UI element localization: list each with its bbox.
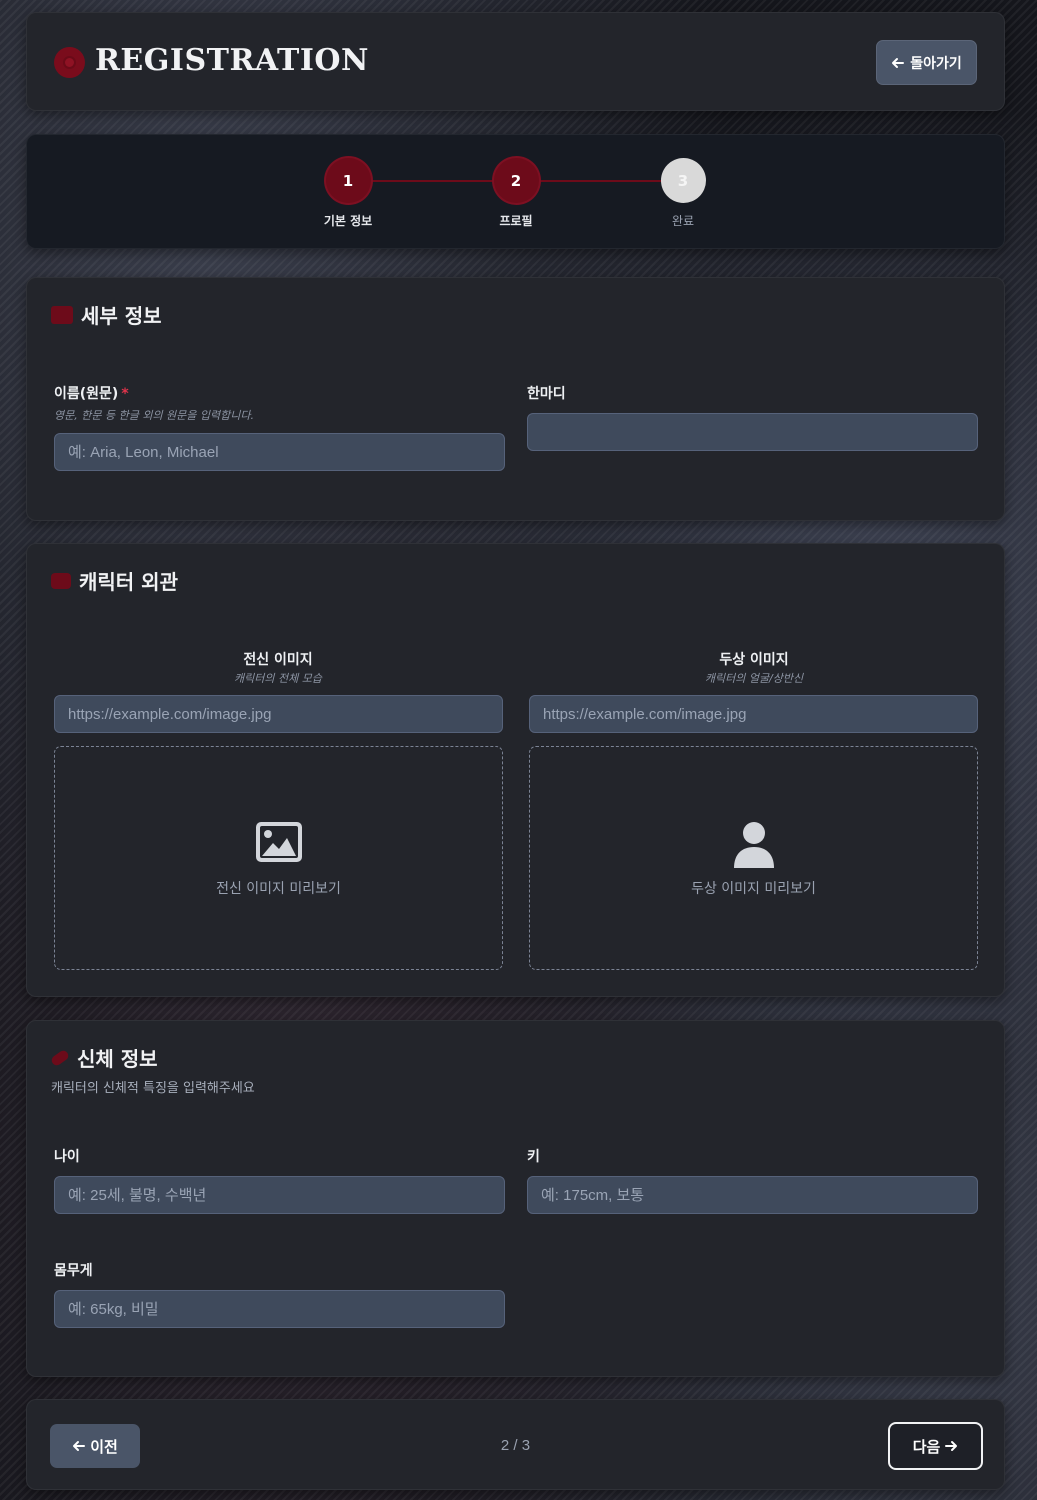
- body-subtitle: 캐릭터의 신체적 특징을 입력해주세요: [51, 1081, 255, 1096]
- image-icon: [255, 822, 302, 862]
- footer-nav: 이전 2 / 3 다음: [26, 1399, 1005, 1490]
- height-label: 키: [527, 1149, 540, 1165]
- name-label-text: 이름(원문): [54, 386, 119, 402]
- name-input[interactable]: [54, 433, 505, 471]
- weight-input[interactable]: [54, 1290, 505, 1328]
- body-section: 신체 정보 캐릭터의 신체적 특징을 입력해주세요 나이 키 몸무게: [26, 1020, 1005, 1377]
- required-mark: *: [121, 386, 129, 402]
- quote-input[interactable]: [527, 413, 978, 451]
- head-image-hint: 캐릭터의 얼굴/상반신: [704, 672, 804, 685]
- height-input[interactable]: [527, 1176, 978, 1214]
- full-preview-text: 전신 이미지 미리보기: [216, 881, 341, 897]
- name-label: 이름(원문) *: [54, 383, 129, 403]
- full-image-hint: 캐릭터의 전체 모습: [234, 672, 322, 685]
- full-image-title: 전신 이미지: [243, 652, 313, 668]
- body-header: 신체 정보: [49, 1043, 158, 1072]
- age-label: 나이: [54, 1149, 80, 1165]
- step-2-circle: 2: [493, 158, 539, 203]
- arrow-right-icon: [945, 1441, 958, 1451]
- header-card: REGISTRATION 돌아가기: [26, 12, 1005, 111]
- appearance-section: 캐릭터 외관 전신 이미지 캐릭터의 전체 모습 전신 이미지 미리보기 두상 …: [26, 543, 1005, 997]
- weight-label: 몸무게: [54, 1263, 93, 1279]
- age-input[interactable]: [54, 1176, 505, 1214]
- logo-icon: [54, 47, 85, 78]
- appearance-title: 캐릭터 외관: [79, 570, 178, 594]
- step-3: 3 완료: [643, 158, 723, 229]
- step-3-label: 완료: [671, 214, 695, 228]
- head-image-title: 두상 이미지: [719, 652, 789, 668]
- details-header: 세부 정보: [51, 300, 162, 329]
- head-image-url-input[interactable]: [529, 695, 978, 733]
- step-3-circle: 3: [660, 158, 706, 203]
- step-2: 2 프로필: [476, 158, 556, 229]
- quote-label: 한마디: [527, 386, 566, 402]
- full-image-preview[interactable]: 전신 이미지 미리보기: [54, 746, 503, 970]
- name-hint: 영문, 한문 등 한글 외의 원문을 입력합니다.: [54, 409, 255, 422]
- step-2-label: 프로필: [499, 214, 533, 228]
- id-card-icon: [51, 305, 73, 324]
- back-button-label: 돌아가기: [910, 54, 962, 71]
- page-indicator: 2 / 3: [500, 1437, 531, 1454]
- step-1-label: 기본 정보: [323, 214, 373, 228]
- arrow-left-icon: [892, 57, 905, 68]
- body-title: 신체 정보: [77, 1047, 158, 1071]
- pen-icon: [49, 1048, 71, 1067]
- head-preview-text: 두상 이미지 미리보기: [691, 881, 816, 897]
- details-section: 세부 정보 이름(원문) * 영문, 한문 등 한글 외의 원문을 입력합니다. …: [26, 277, 1005, 521]
- step-1: 1 기본 정보: [308, 158, 388, 229]
- details-title: 세부 정보: [81, 304, 162, 328]
- next-button[interactable]: 다음: [888, 1422, 983, 1470]
- user-icon: [733, 822, 774, 868]
- step-1-circle: 1: [325, 158, 371, 203]
- appearance-header: 캐릭터 외관: [51, 566, 178, 595]
- progress-steps: 1 기본 정보 2 프로필 3 완료: [26, 134, 1005, 249]
- next-button-label: 다음: [912, 1438, 941, 1456]
- page-title: REGISTRATION: [95, 43, 369, 78]
- head-image-preview[interactable]: 두상 이미지 미리보기: [529, 746, 978, 970]
- camera-icon: [51, 572, 71, 589]
- full-image-url-input[interactable]: [54, 695, 503, 733]
- back-button[interactable]: 돌아가기: [876, 40, 977, 85]
